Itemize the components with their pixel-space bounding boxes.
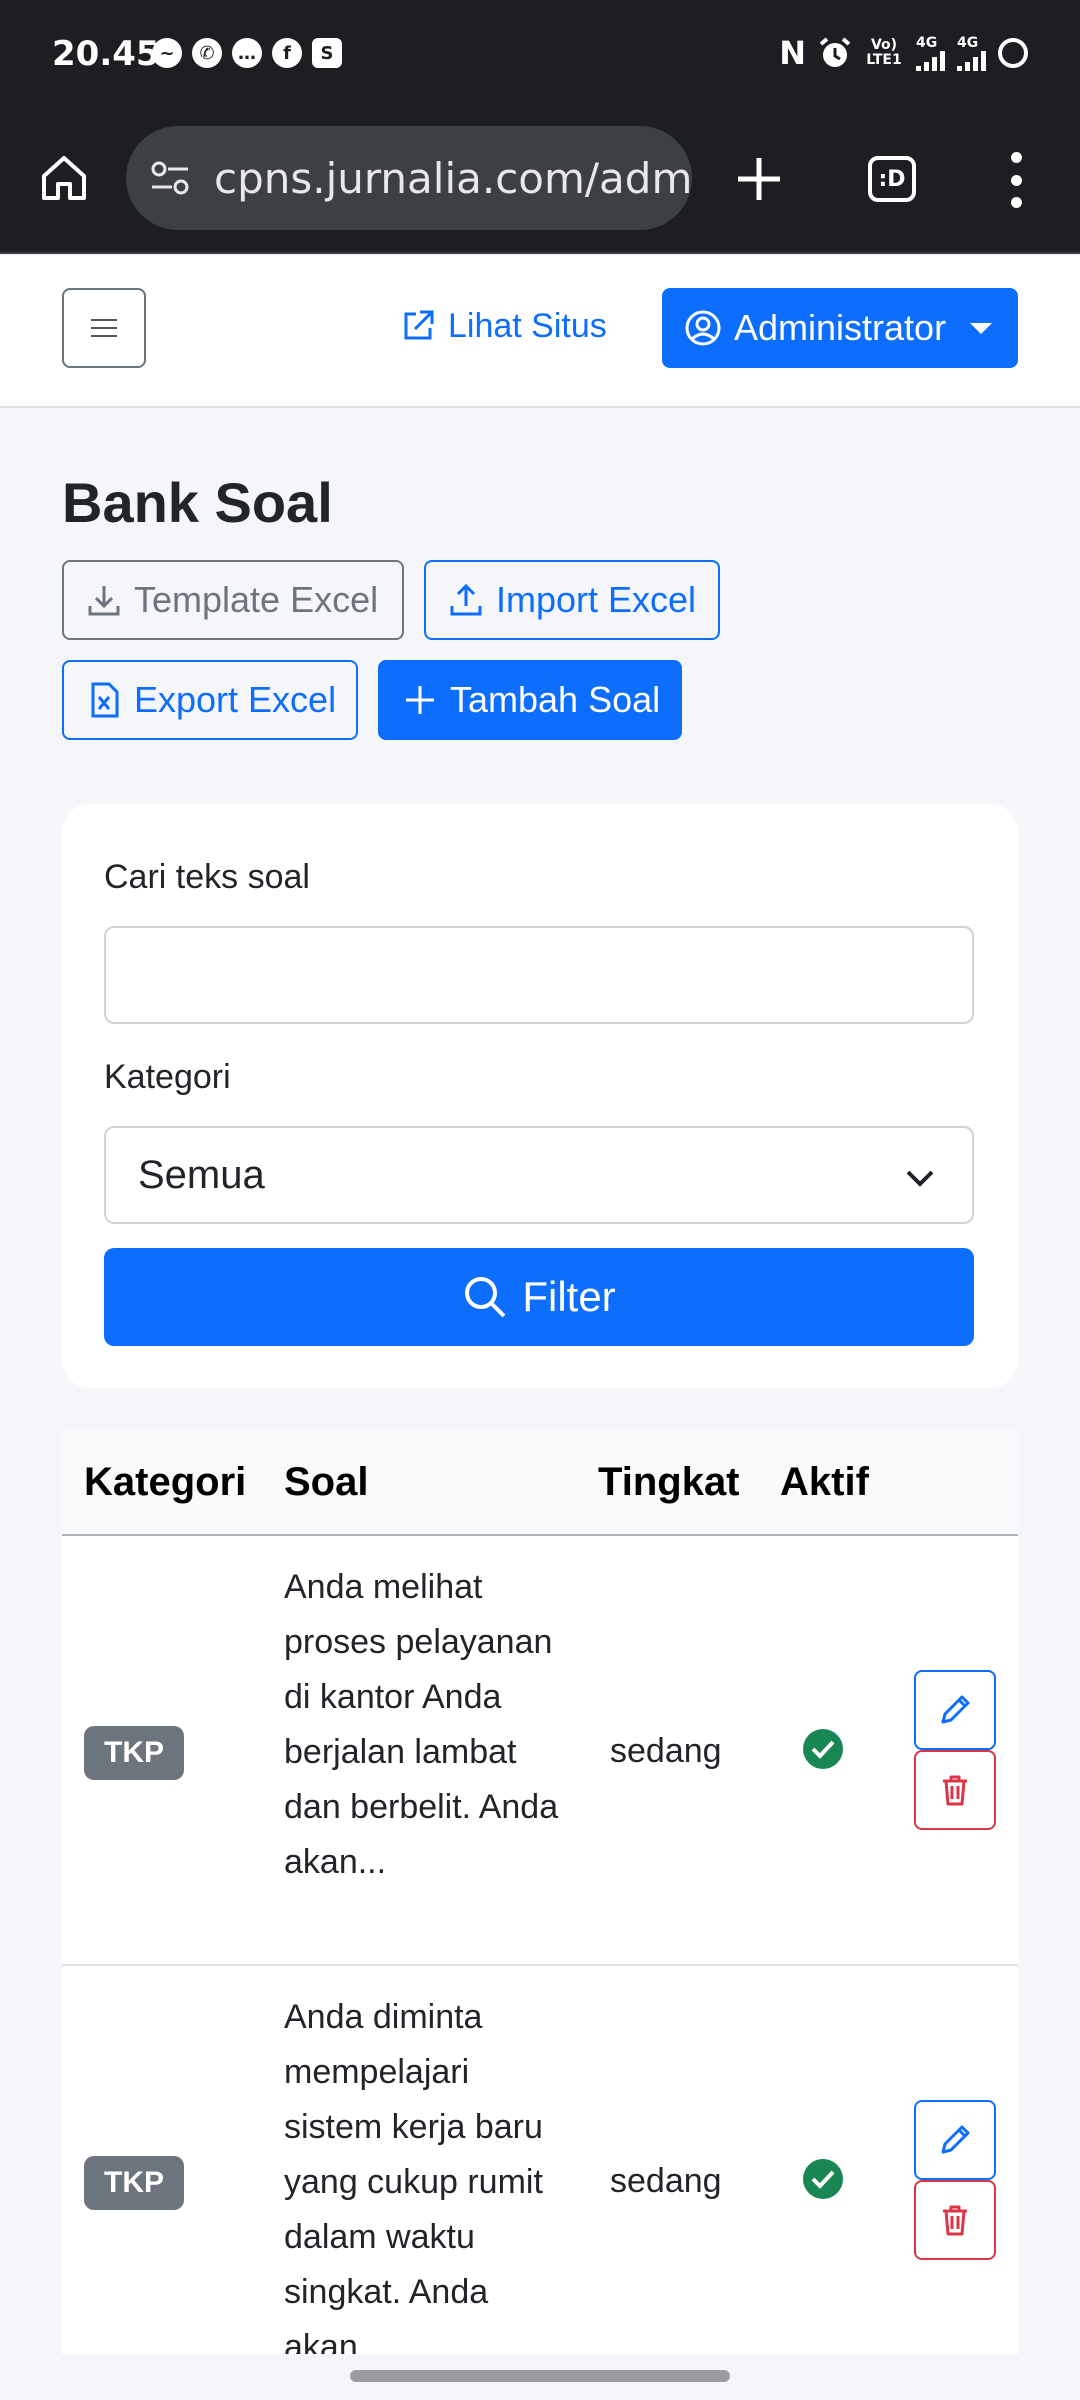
status-bar: 20.45 ~ ✆ … f S N Vo) LTE1 4G 4G	[0, 0, 1080, 112]
column-header-soal: Soal	[284, 1460, 369, 1504]
address-bar[interactable]: cpns.jurnalia.com/admin	[126, 126, 692, 230]
system-indicators: N Vo) LTE1 4G 4G	[779, 34, 1028, 72]
new-tab-icon[interactable]	[732, 152, 786, 206]
question-text: Anda melihat proses pelayanan di kantor …	[284, 1568, 559, 1881]
table-row: TKP Anda diminta mempelajari sistem kerj…	[62, 1966, 1018, 2354]
signal-2: 4G	[957, 35, 986, 71]
facebook-icon: f	[272, 38, 302, 68]
more-menu-icon[interactable]	[1006, 152, 1026, 208]
excel-file-icon	[91, 682, 119, 718]
search-input[interactable]	[104, 926, 974, 1024]
signal-1: 4G	[916, 35, 945, 71]
delete-button[interactable]	[914, 2180, 996, 2260]
column-header-tingkat: Tingkat	[598, 1460, 740, 1504]
category-badge: TKP	[84, 2156, 184, 2210]
battery-ring-icon	[998, 38, 1028, 68]
add-question-button[interactable]: Tambah Soal	[378, 660, 682, 740]
gesture-navigation-bar[interactable]	[350, 2370, 730, 2382]
filter-card: Cari teks soal Kategori Semua Filter	[62, 804, 1018, 1388]
template-excel-button[interactable]: Template Excel	[62, 560, 404, 640]
whatsapp-icon: ✆	[192, 38, 222, 68]
site-settings-icon[interactable]	[148, 156, 192, 200]
import-excel-button[interactable]: Import Excel	[424, 560, 720, 640]
export-excel-button[interactable]: Export Excel	[62, 660, 358, 740]
search-icon	[465, 1277, 506, 1318]
edit-button[interactable]	[914, 2100, 996, 2180]
column-header-kategori: Kategori	[84, 1460, 247, 1504]
chat-icon: …	[232, 38, 262, 68]
active-check-icon	[803, 2159, 843, 2199]
questions-table: Kategori Soal Tingkat Aktif TKP Anda mel…	[62, 1430, 1018, 2354]
table-row: TKP Anda melihat proses pelayanan di kan…	[62, 1536, 1018, 1966]
filter-button[interactable]: Filter	[104, 1248, 974, 1346]
chevron-down-icon	[906, 1170, 934, 1187]
volte-indicator: Vo) LTE1	[866, 37, 902, 68]
signal-bars-icon	[916, 50, 945, 71]
column-header-aktif: Aktif	[780, 1460, 869, 1504]
question-text: Anda diminta mempelajari sistem kerja ba…	[284, 1998, 543, 2354]
category-select[interactable]: Semua	[104, 1126, 974, 1224]
difficulty-text: sedang	[610, 1732, 722, 1770]
external-link-icon	[404, 310, 434, 340]
category-badge: TKP	[84, 1726, 184, 1780]
delete-button[interactable]	[914, 1750, 996, 1830]
browser-toolbar: cpns.jurnalia.com/admin :D	[0, 112, 1080, 254]
active-check-icon	[803, 1729, 843, 1769]
caret-down-icon	[970, 322, 993, 334]
shop-bag-icon: S	[312, 38, 342, 68]
url-text: cpns.jurnalia.com/admin	[214, 153, 692, 203]
category-selected-value: Semua	[138, 1152, 265, 1197]
sidebar-toggle-button[interactable]	[62, 288, 146, 368]
tab-switcher-button[interactable]: :D	[868, 156, 916, 202]
pencil-icon	[941, 2125, 970, 2154]
trash-icon	[943, 1775, 967, 1806]
category-label: Kategori	[104, 1058, 231, 1096]
view-site-label: Lihat Situs	[448, 306, 607, 345]
trash-icon	[943, 2205, 967, 2236]
table-header: Kategori Soal Tingkat Aktif	[62, 1430, 1018, 1536]
view-site-link[interactable]: Lihat Situs	[398, 306, 607, 346]
user-label: Administrator	[734, 307, 947, 348]
user-dropdown-button[interactable]: Administrator	[662, 288, 1018, 368]
upload-icon	[450, 583, 482, 616]
home-icon[interactable]	[38, 152, 90, 204]
status-time: 20.45	[52, 34, 160, 74]
difficulty-text: sedang	[610, 2162, 722, 2200]
plus-icon	[406, 686, 434, 714]
n-indicator-icon: N	[779, 34, 806, 72]
admin-navbar: Lihat Situs Administrator	[0, 256, 1080, 408]
notification-icons: ~ ✆ … f S	[152, 38, 342, 68]
page-title: Bank Soal	[62, 471, 333, 534]
user-circle-icon	[685, 310, 721, 346]
signal-bars-icon	[957, 50, 986, 71]
search-label: Cari teks soal	[104, 858, 310, 896]
pencil-icon	[941, 1695, 970, 1724]
alarm-icon	[819, 37, 851, 67]
edit-button[interactable]	[914, 1670, 996, 1750]
download-icon	[88, 586, 120, 616]
messenger-icon: ~	[152, 38, 182, 68]
